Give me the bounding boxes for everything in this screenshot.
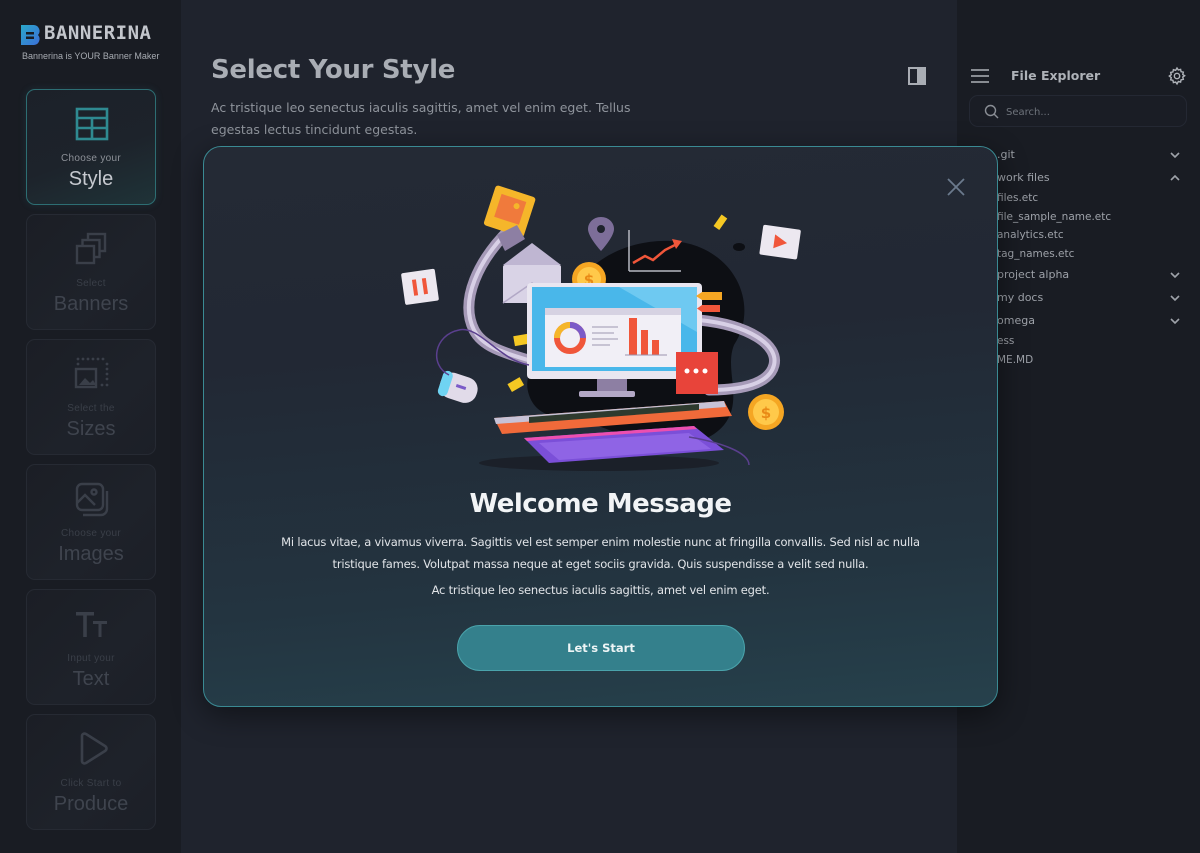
file-search <box>969 95 1187 127</box>
step-sub-label: Select the <box>67 403 115 414</box>
step-sub-label: Select <box>76 278 106 289</box>
step-sub-label: Click Start to <box>60 778 122 789</box>
step-images[interactable]: Choose your Images <box>26 464 156 580</box>
step-label: Sizes <box>66 418 116 440</box>
file-search-input[interactable] <box>1006 102 1176 122</box>
tree-item-label: omega <box>997 314 1035 327</box>
chevron-down-icon[interactable] <box>1169 292 1181 304</box>
table-layout-icon <box>75 107 109 141</box>
coin-right: $ <box>748 394 784 430</box>
step-sub-label: Choose your <box>61 528 121 539</box>
close-icon[interactable] <box>946 177 966 197</box>
chat-bubble <box>676 352 718 394</box>
tree-item-label: work files <box>997 171 1050 184</box>
search-icon <box>984 104 999 119</box>
step-sub-label: Input your <box>67 653 115 664</box>
play-card <box>759 224 801 260</box>
step-label: Style <box>68 168 114 190</box>
step-label: Text <box>72 668 110 690</box>
chevron-up-icon[interactable] <box>1169 172 1181 184</box>
logo-mark-icon <box>21 25 40 45</box>
tree-item-label: ess <box>997 335 1015 347</box>
confetti <box>507 377 525 392</box>
tree-item-label: analytics.etc <box>997 229 1064 241</box>
logo-tagline: Bannerina is YOUR Banner Maker <box>22 51 160 61</box>
chevron-down-icon[interactable] <box>1169 149 1181 161</box>
confetti <box>513 333 529 347</box>
step-label: Produce <box>53 793 129 815</box>
stacked-squares-icon <box>75 232 107 265</box>
tree-item-label: ME.MD <box>997 353 1034 366</box>
step-style[interactable]: Choose your Style <box>26 89 156 205</box>
step-banners[interactable]: Select Banners <box>26 214 156 330</box>
step-sub-label: Choose your <box>61 153 121 164</box>
chevron-down-icon[interactable] <box>1169 315 1181 327</box>
computer-marketing-illustration: $ $ <box>401 185 801 471</box>
pause-card <box>401 268 439 305</box>
step-label: Banners <box>53 293 129 315</box>
page-title: Select Your Style <box>211 55 456 85</box>
logo[interactable]: BANNERINA Bannerina is YOUR Banner Maker <box>20 22 165 68</box>
confetti <box>713 214 728 231</box>
play-icon <box>80 732 108 765</box>
page-description: Ac tristique leo senectus iaculis sagitt… <box>211 100 631 137</box>
step-sizes[interactable]: Select the Sizes <box>26 339 156 455</box>
blob-dot <box>733 243 745 251</box>
images-icon <box>75 482 109 517</box>
hamburger-menu-icon[interactable] <box>971 69 989 83</box>
file-explorer-header: File Explorer <box>971 66 1191 88</box>
tree-item-label: project alpha <box>997 268 1070 281</box>
step-label: Images <box>58 543 124 565</box>
step-produce[interactable]: Click Start to Produce <box>26 714 156 830</box>
modal-body: Mi lacus vitae, a vivamus viverra. Sagit… <box>281 535 920 571</box>
welcome-modal: $ $ Welcome Message Mi lacus vitae, a vi… <box>203 146 998 707</box>
tree-item-label: .git <box>997 148 1015 161</box>
modal-title: Welcome Message <box>469 489 732 519</box>
gear-icon[interactable] <box>1167 66 1187 86</box>
step-text[interactable]: Input your Text <box>26 589 156 705</box>
resize-image-icon <box>74 357 109 389</box>
location-pin <box>588 217 614 251</box>
chevron-down-icon[interactable] <box>1169 269 1181 281</box>
text-size-icon <box>76 612 107 637</box>
file-explorer-title: File Explorer <box>1011 68 1101 83</box>
lets-start-button[interactable]: Let's Start <box>457 625 745 671</box>
logo-wordmark: BANNERINA <box>44 22 152 44</box>
tree-item-label: my docs <box>997 291 1044 304</box>
sidebar: BANNERINA Bannerina is YOUR Banner Maker… <box>0 0 181 853</box>
svg-text:$: $ <box>761 404 771 422</box>
modal-body-secondary: Ac tristique leo senectus iaculis sagitt… <box>431 583 770 597</box>
tree-item-label: files.etc <box>997 192 1039 204</box>
tree-item-label: file_sample_name.etc <box>997 210 1112 223</box>
tree-item-label: tag_names.etc <box>997 247 1075 260</box>
mouse <box>437 370 478 403</box>
sidebar-toggle-icon[interactable] <box>908 67 926 85</box>
